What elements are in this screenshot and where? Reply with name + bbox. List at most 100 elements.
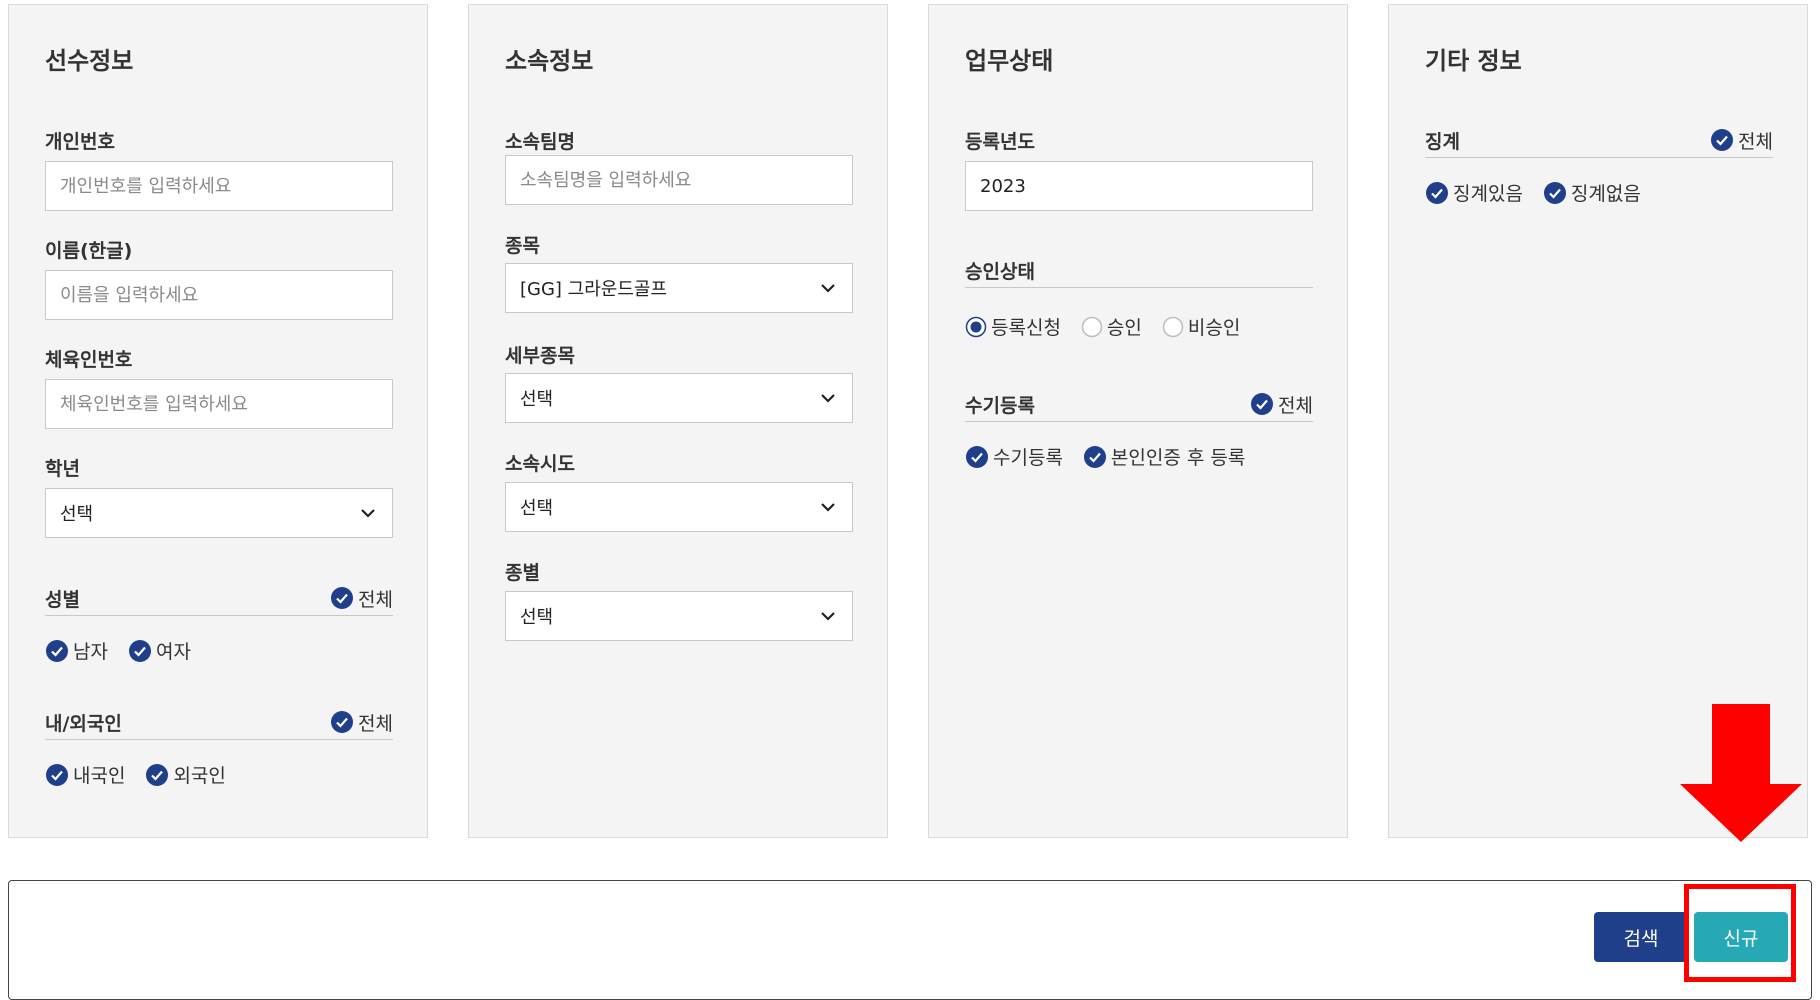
manual-register-label: 수기등록 bbox=[993, 447, 1063, 469]
personal-no-input[interactable] bbox=[45, 161, 393, 211]
discipline-all-label: 전체 bbox=[1738, 130, 1773, 153]
approval-approved-label: 승인 bbox=[1106, 317, 1142, 339]
team-input[interactable] bbox=[505, 155, 853, 205]
sub-sport-select-value: 선택 bbox=[520, 389, 554, 410]
radio-empty-icon bbox=[1162, 316, 1184, 337]
discipline-options: 징계있음 징계없음 bbox=[1425, 179, 1641, 206]
check-circle-icon bbox=[46, 763, 68, 786]
nationality-label: 내/외국인 bbox=[45, 712, 122, 735]
gender-male-label: 남자 bbox=[73, 641, 108, 663]
sport-label: 종목 bbox=[505, 235, 540, 257]
sub-sport-select[interactable]: 선택 bbox=[505, 373, 853, 423]
gender-female-checkbox[interactable]: 여자 bbox=[128, 637, 191, 664]
player-info-panel: 선수정보 개인번호 이름(한글) 체육인번호 학년 선택 성별 전체 남자 여자… bbox=[8, 4, 428, 838]
chevron-down-icon bbox=[821, 284, 835, 293]
manual-register-checkbox[interactable]: 수기등록 bbox=[965, 443, 1063, 470]
action-bar bbox=[8, 880, 1812, 1000]
nationality-header: 내/외국인 전체 bbox=[45, 705, 393, 740]
radio-selected-icon bbox=[965, 316, 987, 337]
discipline-label: 징계 bbox=[1425, 130, 1460, 153]
check-circle-icon bbox=[46, 639, 68, 662]
grade-select[interactable]: 선택 bbox=[45, 488, 393, 538]
reg-year-input[interactable] bbox=[965, 161, 1313, 211]
check-circle-icon bbox=[966, 445, 988, 468]
nationality-domestic-label: 내국인 bbox=[73, 765, 126, 787]
name-kr-label: 이름(한글) bbox=[45, 240, 133, 262]
check-circle-icon bbox=[128, 639, 151, 662]
manual-all-label: 전체 bbox=[1278, 394, 1313, 417]
panel-title: 업무상태 bbox=[965, 47, 1054, 75]
panel-title: 기타 정보 bbox=[1425, 47, 1522, 75]
gender-label: 성별 bbox=[45, 588, 80, 611]
check-circle-icon bbox=[1426, 181, 1448, 204]
chevron-down-icon bbox=[821, 503, 835, 512]
highlight-box bbox=[1684, 884, 1796, 982]
discipline-yes-label: 징계있음 bbox=[1453, 183, 1523, 205]
radio-empty-icon bbox=[1081, 316, 1103, 337]
team-label: 소속팀명 bbox=[505, 131, 575, 153]
work-status-panel: 업무상태 등록년도 승인상태 등록신청 승인 비승인 수기등록 전체 수기등록 bbox=[928, 4, 1348, 838]
approval-requested-label: 등록신청 bbox=[991, 317, 1061, 339]
nationality-all-label: 전체 bbox=[358, 712, 393, 735]
gender-female-label: 여자 bbox=[155, 641, 191, 663]
nationality-all-checkbox[interactable]: 전체 bbox=[330, 709, 393, 736]
discipline-no-checkbox[interactable]: 징계없음 bbox=[1543, 179, 1641, 206]
manual-label: 수기등록 bbox=[965, 394, 1035, 417]
check-circle-icon bbox=[146, 763, 169, 786]
category-select-value: 선택 bbox=[520, 607, 554, 628]
check-circle-icon bbox=[1083, 445, 1106, 468]
gender-header: 성별 전체 bbox=[45, 581, 393, 616]
nationality-foreign-checkbox[interactable]: 외국인 bbox=[145, 761, 226, 788]
discipline-yes-checkbox[interactable]: 징계있음 bbox=[1425, 179, 1523, 206]
discipline-no-label: 징계없음 bbox=[1570, 183, 1641, 205]
athlete-no-input[interactable] bbox=[45, 379, 393, 429]
category-label: 종별 bbox=[505, 562, 540, 584]
panel-title: 소속정보 bbox=[505, 47, 594, 75]
check-circle-icon bbox=[1251, 393, 1274, 415]
region-select[interactable]: 선택 bbox=[505, 482, 853, 532]
check-circle-icon bbox=[1711, 129, 1734, 151]
arrow-down-icon bbox=[1680, 704, 1802, 842]
approval-approved-radio[interactable]: 승인 bbox=[1081, 313, 1142, 340]
nationality-foreign-label: 외국인 bbox=[173, 765, 226, 787]
gender-male-checkbox[interactable]: 남자 bbox=[45, 637, 108, 664]
chevron-down-icon bbox=[361, 509, 375, 518]
category-select[interactable]: 선택 bbox=[505, 591, 853, 641]
region-label: 소속시도 bbox=[505, 453, 575, 475]
check-circle-icon bbox=[331, 711, 354, 733]
gender-options: 남자 여자 bbox=[45, 637, 191, 664]
nationality-domestic-checkbox[interactable]: 내국인 bbox=[45, 761, 125, 788]
nationality-options: 내국인 외국인 bbox=[45, 761, 226, 788]
discipline-header: 징계 전체 bbox=[1425, 123, 1773, 158]
name-kr-input[interactable] bbox=[45, 270, 393, 320]
manual-header: 수기등록 전체 bbox=[965, 387, 1313, 422]
sport-select-value: [GG] 그라운드골프 bbox=[520, 279, 668, 300]
gender-all-checkbox[interactable]: 전체 bbox=[330, 585, 393, 612]
manual-all-checkbox[interactable]: 전체 bbox=[1250, 391, 1313, 418]
approval-rejected-radio[interactable]: 비승인 bbox=[1162, 313, 1240, 340]
sub-sport-label: 세부종목 bbox=[505, 345, 575, 367]
chevron-down-icon bbox=[821, 394, 835, 403]
reg-year-label: 등록년도 bbox=[965, 131, 1035, 153]
approval-rejected-label: 비승인 bbox=[1187, 317, 1241, 339]
manual-options: 수기등록 본인인증 후 등록 bbox=[965, 443, 1245, 470]
manual-verified-checkbox[interactable]: 본인인증 후 등록 bbox=[1083, 443, 1245, 470]
approval-header: 승인상태 bbox=[965, 253, 1313, 288]
panel-title: 선수정보 bbox=[45, 47, 134, 75]
affiliation-panel: 소속정보 소속팀명 종목 [GG] 그라운드골프 세부종목 선택 소속시도 선택… bbox=[468, 4, 888, 838]
personal-no-label: 개인번호 bbox=[45, 131, 115, 153]
region-select-value: 선택 bbox=[520, 498, 554, 519]
check-circle-icon bbox=[1543, 181, 1566, 204]
search-button[interactable]: 검색 bbox=[1594, 912, 1688, 962]
athlete-no-label: 체육인번호 bbox=[45, 349, 133, 371]
discipline-all-checkbox[interactable]: 전체 bbox=[1710, 127, 1773, 154]
manual-verified-label: 본인인증 후 등록 bbox=[1110, 447, 1246, 469]
chevron-down-icon bbox=[821, 612, 835, 621]
approval-label: 승인상태 bbox=[965, 260, 1035, 283]
check-circle-icon bbox=[331, 587, 354, 609]
approval-requested-radio[interactable]: 등록신청 bbox=[965, 313, 1061, 340]
gender-all-label: 전체 bbox=[358, 588, 393, 611]
sport-select[interactable]: [GG] 그라운드골프 bbox=[505, 263, 853, 313]
approval-options: 등록신청 승인 비승인 bbox=[965, 313, 1240, 340]
grade-select-value: 선택 bbox=[60, 504, 94, 525]
